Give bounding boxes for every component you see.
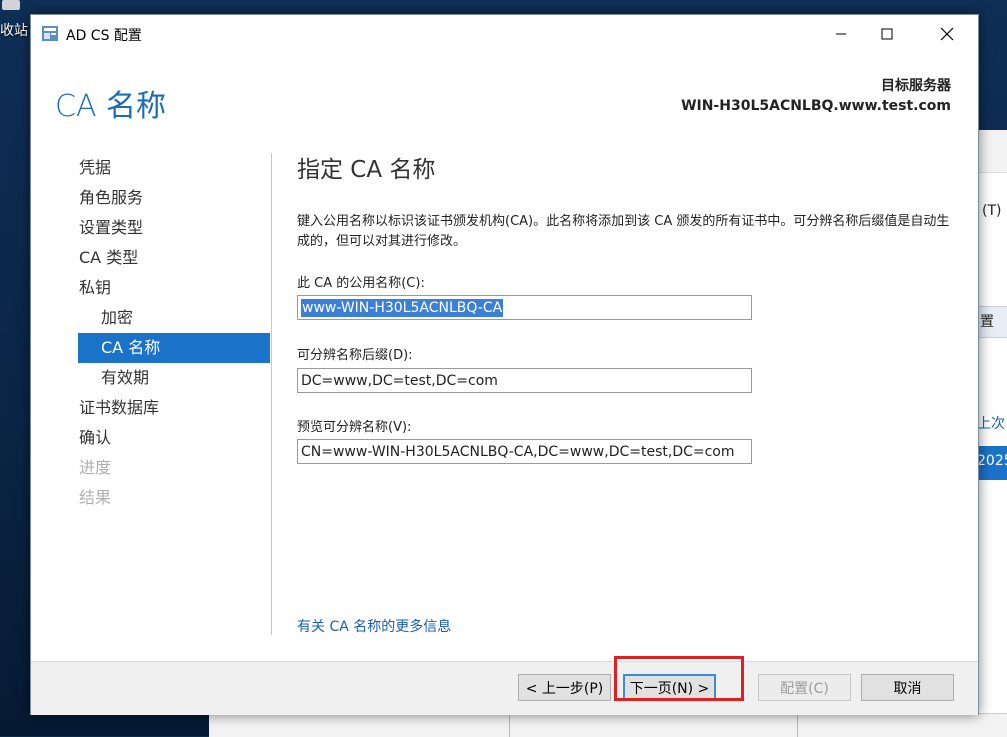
- recycle-bin-icon[interactable]: [2, 0, 20, 10]
- nav-divider: [271, 153, 272, 635]
- dn-suffix-value: DC=www,DC=test,DC=com: [301, 373, 498, 389]
- close-icon: [940, 27, 954, 41]
- background-window-selected-text: 2025: [977, 453, 1007, 469]
- nav-item-confirmation[interactable]: 确认: [78, 423, 270, 453]
- minimize-button[interactable]: [818, 15, 864, 53]
- previous-button-label: < 上一步(P): [525, 680, 604, 697]
- nav-item-label: 角色服务: [79, 188, 144, 207]
- background-window-text: (T): [982, 203, 1002, 219]
- preview-dn-label: 预览可分辨名称(V):: [297, 420, 412, 435]
- nav-item-credentials[interactable]: 凭据: [78, 153, 270, 183]
- divider: [797, 714, 798, 737]
- nav-item-validity-period[interactable]: 有效期: [78, 363, 270, 393]
- nav-item-label: 确认: [79, 428, 112, 447]
- nav-item-label: 有效期: [101, 368, 150, 387]
- nav-item-results: 结果: [78, 483, 270, 513]
- nav-item-label: 凭据: [79, 158, 112, 177]
- cancel-button[interactable]: 取消: [861, 674, 954, 701]
- dn-suffix-input[interactable]: DC=www,DC=test,DC=com: [297, 368, 752, 393]
- more-info-link[interactable]: 有关 CA 名称的更多信息: [297, 616, 451, 636]
- preview-dn-value: CN=www-WIN-H30L5ACNLBQ-CA,DC=www,DC=test…: [301, 444, 735, 460]
- target-server-label: 目标服务器: [881, 78, 951, 94]
- minimize-icon: [836, 33, 846, 35]
- nav-item-label: 加密: [101, 308, 134, 327]
- nav-item-ca-name[interactable]: CA 名称: [78, 333, 270, 363]
- page-title: CA 名称: [55, 89, 167, 124]
- cancel-button-label: 取消: [893, 680, 922, 697]
- nav-item-role-services[interactable]: 角色服务: [78, 183, 270, 213]
- nav-item-label: 私钥: [79, 278, 112, 297]
- server-manager-icon: [42, 26, 58, 41]
- button-bar: < 上一步(P) 下一页(N) > 配置(C) 取消: [31, 661, 978, 715]
- nav-item-progress: 进度: [78, 453, 270, 483]
- common-name-value: www-WIN-H30L5ACNLBQ-CA: [301, 299, 504, 317]
- configure-button: 配置(C): [758, 674, 851, 701]
- nav-item-setup-type[interactable]: 设置类型: [78, 213, 270, 243]
- maximize-icon: [881, 28, 893, 40]
- nav-item-label: 结果: [79, 488, 112, 507]
- background-window-link[interactable]: 上次: [977, 413, 1005, 433]
- nav-item-cryptography[interactable]: 加密: [78, 303, 270, 333]
- wizard-nav: 凭据 角色服务 设置类型 CA 类型 私钥 加密 CA 名称 有效期 证书数据库…: [78, 153, 270, 513]
- background-window-toolbar: [976, 130, 1007, 173]
- nav-item-ca-type[interactable]: CA 类型: [78, 243, 270, 273]
- close-button[interactable]: [924, 15, 970, 53]
- window-title: AD CS 配置: [66, 28, 142, 44]
- maximize-button[interactable]: [864, 15, 910, 53]
- nav-item-certificate-database[interactable]: 证书数据库: [78, 393, 270, 423]
- annotation-highlight-box: [614, 656, 744, 701]
- configure-button-label: 配置(C): [780, 680, 829, 697]
- common-name-input[interactable]: www-WIN-H30L5ACNLBQ-CA: [297, 295, 752, 320]
- nav-item-label: CA 名称: [101, 338, 161, 357]
- desktop-icon-label[interactable]: 收站: [0, 20, 28, 40]
- previous-button[interactable]: < 上一步(P): [518, 674, 611, 701]
- description-text: 键入公用名称以标识该证书颁发机构(CA)。此名称将添加到该 CA 颁发的所有证书…: [297, 214, 950, 249]
- nav-item-private-key[interactable]: 私钥: [78, 273, 270, 303]
- background-window-bottom-panel: [209, 713, 1007, 737]
- background-window: [976, 130, 1007, 736]
- nav-item-label: 设置类型: [79, 218, 144, 237]
- preview-dn-field[interactable]: CN=www-WIN-H30L5ACNLBQ-CA,DC=www,DC=test…: [297, 439, 752, 464]
- target-server-value: WIN-H30L5ACNLBQ.www.test.com: [681, 98, 951, 114]
- title-bar[interactable]: AD CS 配置: [31, 15, 978, 53]
- divider: [509, 714, 510, 737]
- adcs-config-dialog: AD CS 配置 CA 名称 目标服务器 WIN-H30L5ACNLBQ.www…: [30, 14, 979, 715]
- dn-suffix-label: 可分辨名称后缀(D):: [297, 348, 413, 363]
- nav-item-label: 进度: [79, 458, 112, 477]
- nav-item-label: CA 类型: [79, 248, 139, 267]
- nav-item-label: 证书数据库: [79, 398, 160, 417]
- section-title: 指定 CA 名称: [297, 157, 436, 183]
- common-name-label: 此 CA 的公用名称(C):: [297, 276, 425, 291]
- background-window-column-header: 置: [980, 314, 994, 330]
